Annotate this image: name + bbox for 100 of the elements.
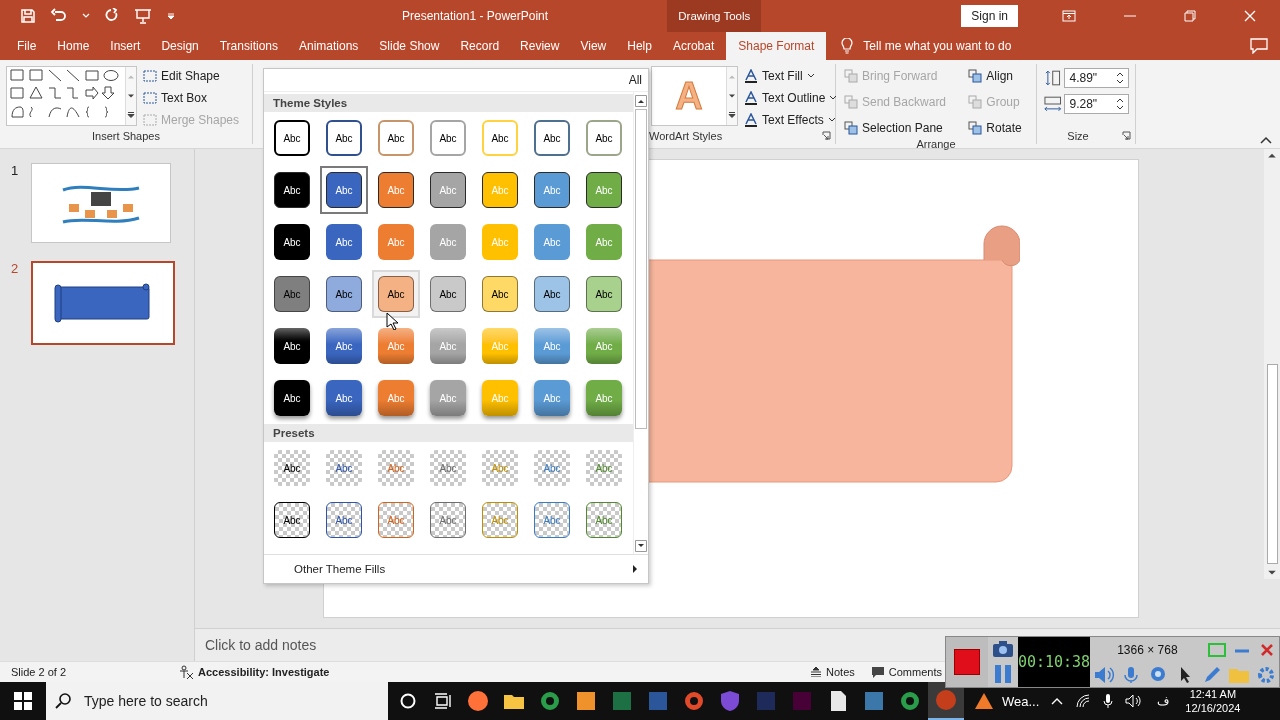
sign-in-button[interactable]: Sign in bbox=[961, 5, 1018, 27]
start-icon[interactable] bbox=[14, 692, 32, 710]
camera-icon[interactable] bbox=[992, 640, 1014, 658]
style-swatch[interactable]: Abc bbox=[580, 496, 628, 544]
style-swatch[interactable]: Abc bbox=[372, 114, 420, 162]
accessibility-status[interactable]: Accessibility: Investigate bbox=[198, 666, 330, 678]
style-swatch[interactable]: Abc bbox=[372, 166, 420, 214]
task-view-icon[interactable] bbox=[434, 693, 452, 709]
redo-icon[interactable] bbox=[104, 8, 120, 24]
style-swatch[interactable]: Abc bbox=[424, 444, 472, 492]
ribbon-display-icon[interactable] bbox=[1062, 10, 1076, 22]
caret-up-icon[interactable] bbox=[1051, 697, 1064, 705]
style-swatch[interactable]: Abc bbox=[268, 444, 316, 492]
ribbon-command[interactable]: Text Fill bbox=[744, 66, 838, 85]
slide-thumbnail[interactable] bbox=[31, 163, 171, 243]
ribbon-command[interactable]: Rotate bbox=[968, 118, 1030, 137]
width-field[interactable]: 9.28" bbox=[1064, 94, 1129, 114]
style-swatch[interactable]: Abc bbox=[476, 114, 524, 162]
style-swatch[interactable]: Abc bbox=[372, 270, 420, 318]
weather-button[interactable]: Wea... bbox=[974, 692, 1040, 710]
style-swatch[interactable]: Abc bbox=[320, 270, 368, 318]
style-swatch[interactable]: Abc bbox=[372, 496, 420, 544]
slide-thumbnail[interactable] bbox=[31, 261, 175, 345]
style-swatch[interactable]: Abc bbox=[528, 322, 576, 370]
close-icon[interactable] bbox=[1244, 10, 1256, 22]
comments-icon[interactable] bbox=[1250, 38, 1268, 54]
spinner-arrows-icon[interactable] bbox=[1116, 97, 1124, 111]
all-filter[interactable]: All bbox=[628, 73, 642, 87]
presentation-app-taskbar-button[interactable] bbox=[928, 682, 964, 720]
clock-time[interactable]: 12:41 AM bbox=[1189, 687, 1237, 701]
ribbon-command[interactable]: Align bbox=[968, 66, 1030, 85]
style-swatch[interactable]: Abc bbox=[528, 218, 576, 266]
search-field[interactable]: Type here to search bbox=[46, 682, 388, 720]
style-swatch[interactable]: Abc bbox=[476, 270, 524, 318]
volume-icon[interactable] bbox=[1125, 694, 1144, 708]
ribbon-command[interactable]: Selection Pane bbox=[844, 118, 955, 137]
style-swatch[interactable]: Abc bbox=[476, 496, 524, 544]
accessibility-icon[interactable] bbox=[178, 665, 195, 679]
tell-me-field[interactable]: Tell me what you want to do bbox=[863, 39, 1012, 53]
comments-button[interactable]: Comments bbox=[870, 666, 942, 678]
clock-date[interactable]: 12/16/2024 bbox=[1185, 701, 1241, 715]
style-swatch[interactable]: Abc bbox=[528, 114, 576, 162]
style-swatch[interactable]: Abc bbox=[580, 270, 628, 318]
ribbon-command[interactable]: Edit Shape bbox=[143, 66, 240, 85]
scroll-up-icon[interactable] bbox=[1266, 151, 1278, 161]
ribbon-command[interactable]: Text Box bbox=[143, 88, 240, 107]
ribbon-tab[interactable]: Record bbox=[451, 32, 509, 60]
dialog-launcher-icon[interactable] bbox=[1122, 131, 1131, 140]
style-swatch[interactable]: Abc bbox=[580, 218, 628, 266]
style-swatch[interactable]: Abc bbox=[268, 496, 316, 544]
style-swatch[interactable]: Abc bbox=[320, 322, 368, 370]
scroll-down-icon[interactable] bbox=[635, 540, 647, 552]
collapse-ribbon-icon[interactable] bbox=[1260, 136, 1272, 144]
input-language[interactable]: ف bbox=[1157, 694, 1170, 708]
ribbon-tab[interactable]: Transitions bbox=[210, 32, 287, 60]
save-icon[interactable] bbox=[20, 8, 36, 24]
ribbon-tab[interactable]: File bbox=[8, 32, 46, 60]
style-swatch[interactable]: Abc bbox=[320, 444, 368, 492]
style-swatch[interactable]: Abc bbox=[424, 114, 472, 162]
ribbon-tab[interactable]: Slide Show bbox=[370, 32, 449, 60]
scroll-up-icon[interactable] bbox=[635, 95, 647, 107]
ribbon-tab[interactable]: Shape Format bbox=[726, 32, 827, 60]
notes-placeholder[interactable]: Click to add notes bbox=[205, 637, 317, 653]
undo-icon[interactable] bbox=[50, 8, 68, 24]
customize-caret-icon[interactable] bbox=[166, 11, 176, 21]
style-swatch[interactable]: Abc bbox=[424, 496, 472, 544]
style-swatch[interactable]: Abc bbox=[528, 166, 576, 214]
microphone-icon[interactable] bbox=[1103, 693, 1114, 709]
notes-button[interactable]: Notes bbox=[810, 666, 855, 678]
ribbon-command[interactable]: Text Effects bbox=[744, 110, 838, 129]
style-swatch[interactable]: Abc bbox=[268, 218, 316, 266]
ribbon-command[interactable]: Text Outline bbox=[744, 88, 838, 107]
ribbon-tab[interactable]: Animations bbox=[290, 32, 368, 60]
style-swatch[interactable]: Abc bbox=[528, 444, 576, 492]
style-swatch[interactable]: Abc bbox=[372, 218, 420, 266]
spinner-arrows-icon[interactable] bbox=[1116, 71, 1124, 85]
restore-icon[interactable] bbox=[1184, 10, 1196, 22]
other-theme-fills-item[interactable]: Other Theme Fills bbox=[264, 554, 648, 583]
ribbon-tab[interactable]: Help bbox=[618, 32, 661, 60]
style-swatch[interactable]: Abc bbox=[320, 496, 368, 544]
ribbon-tab[interactable]: Home bbox=[48, 32, 99, 60]
wifi-icon[interactable] bbox=[1075, 694, 1092, 708]
style-swatch[interactable]: Abc bbox=[268, 114, 316, 162]
style-swatch[interactable]: Abc bbox=[580, 166, 628, 214]
style-swatch[interactable]: Abc bbox=[580, 374, 628, 422]
ribbon-tab[interactable]: Acrobat bbox=[663, 32, 724, 60]
scrollbar-thumb[interactable] bbox=[635, 109, 647, 429]
speaker-icon[interactable] bbox=[1092, 665, 1115, 684]
style-swatch[interactable]: Abc bbox=[528, 374, 576, 422]
stop-recording-button[interactable] bbox=[946, 637, 988, 687]
caret-icon[interactable] bbox=[82, 13, 90, 19]
ribbon-tab[interactable]: View bbox=[571, 32, 616, 60]
ribbon-tab[interactable]: Review bbox=[511, 32, 569, 60]
ribbon-tab[interactable]: Design bbox=[152, 32, 208, 60]
cortana-icon[interactable] bbox=[400, 693, 416, 709]
ribbon-tab[interactable]: Insert bbox=[101, 32, 150, 60]
style-swatch[interactable]: Abc bbox=[528, 496, 576, 544]
style-swatch[interactable]: Abc bbox=[320, 374, 368, 422]
style-swatch[interactable]: Abc bbox=[268, 374, 316, 422]
style-swatch[interactable]: Abc bbox=[372, 322, 420, 370]
